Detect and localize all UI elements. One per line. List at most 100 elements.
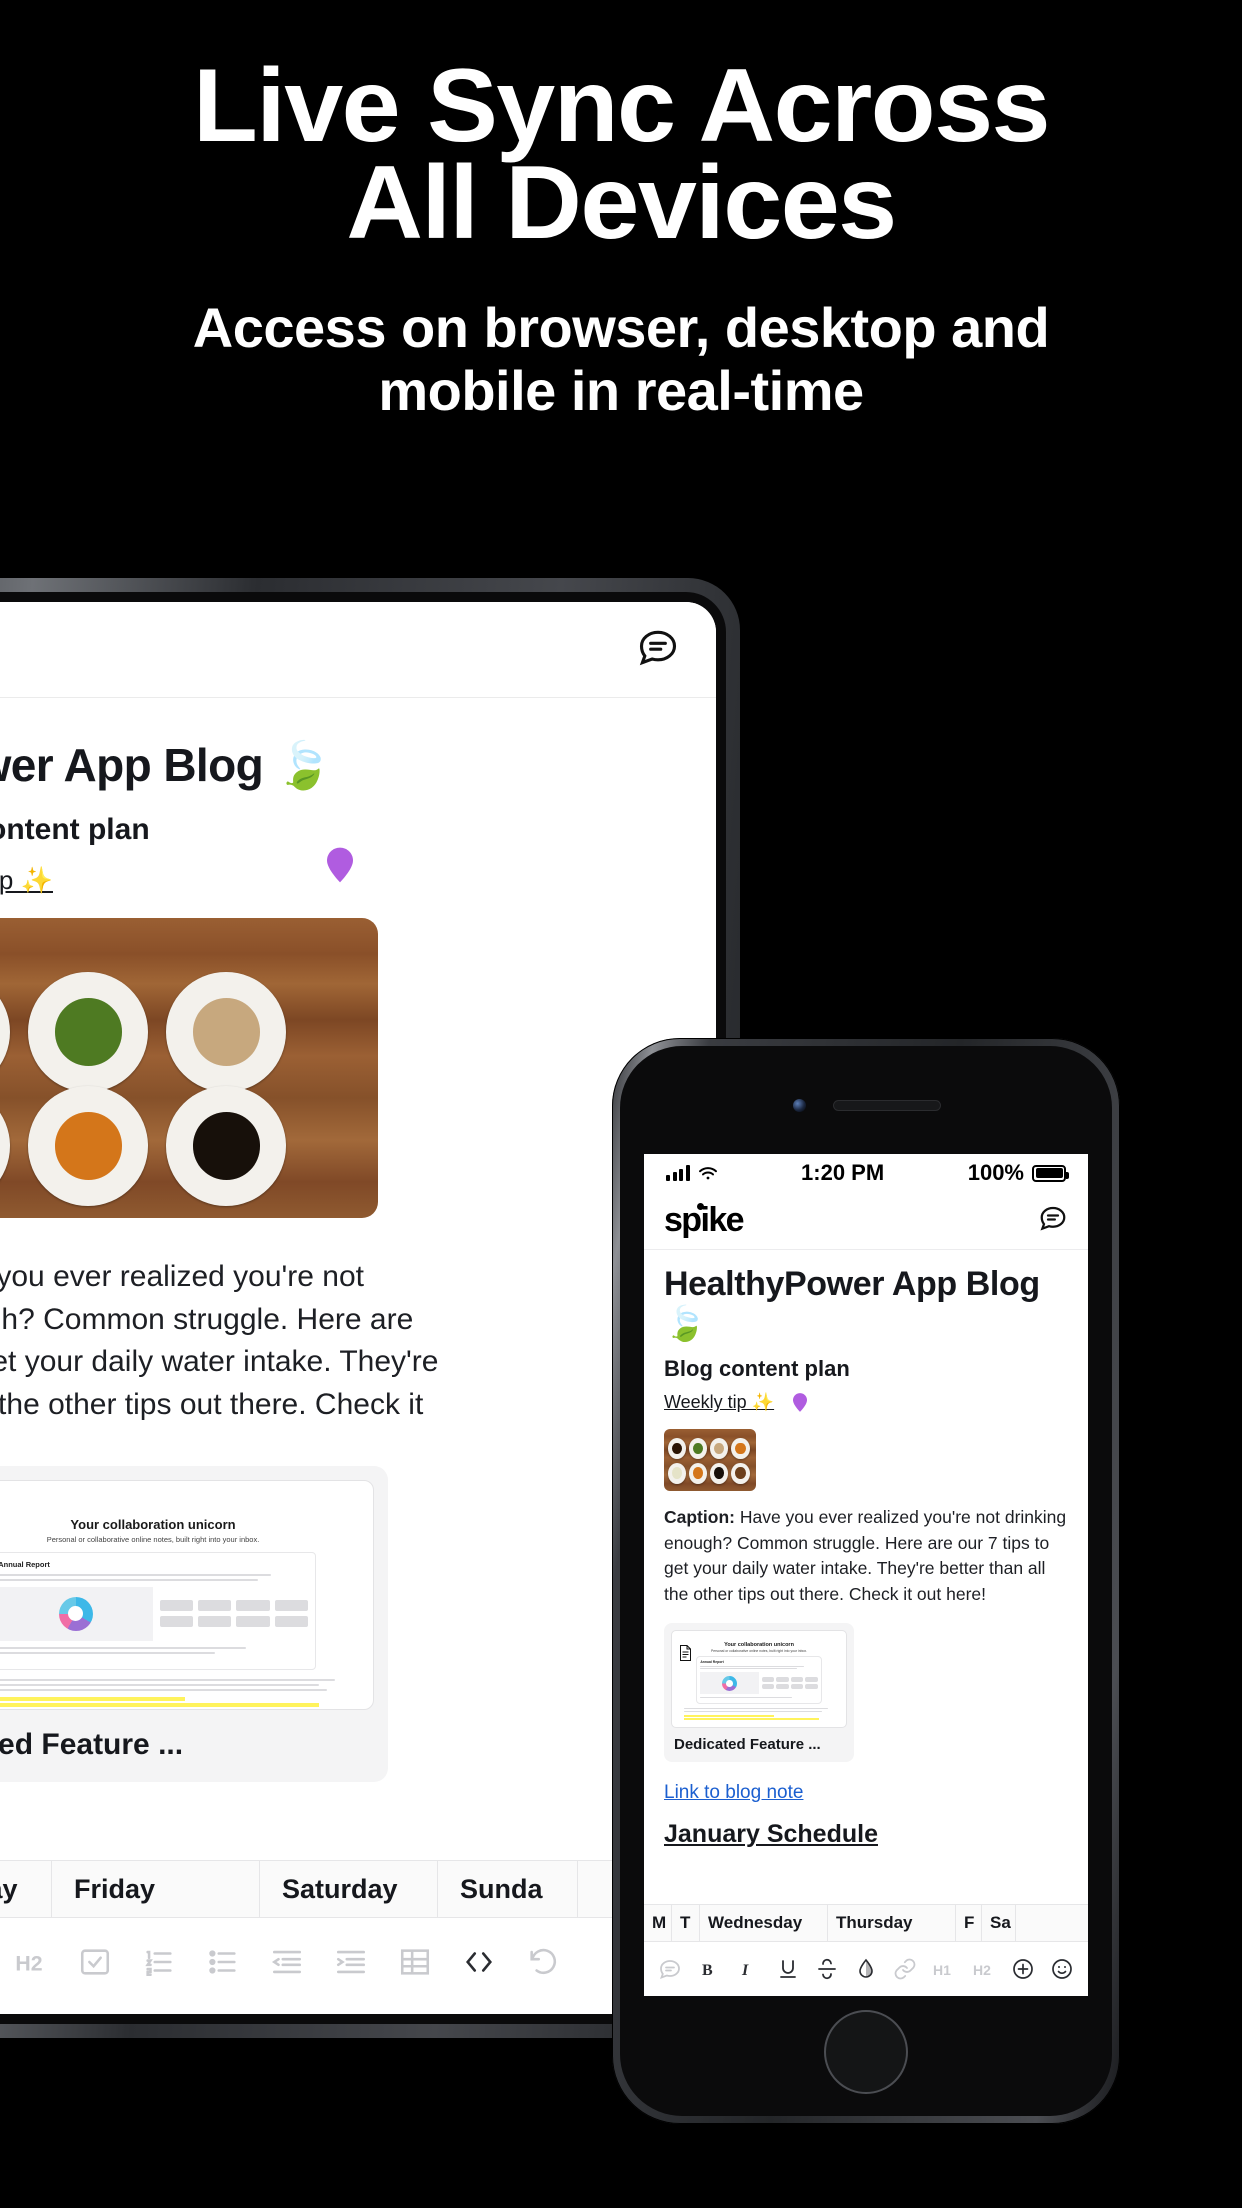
paragraph-line: s to get your daily water intake. They'r… bbox=[0, 1345, 439, 1379]
preview-subtitle: Personal or collaborative online notes, … bbox=[710, 1648, 808, 1653]
wifi-icon bbox=[698, 1167, 717, 1180]
phone-status-time: 1:20 PM bbox=[801, 1160, 885, 1185]
table-header-cell[interactable]: Thursday bbox=[828, 1904, 956, 1942]
indent-icon[interactable] bbox=[334, 1945, 368, 1979]
chat-bubble-icon[interactable] bbox=[1038, 1203, 1068, 1238]
paragraph-line: enough? Common struggle. Here are bbox=[0, 1302, 414, 1336]
preview-title: Your collaboration unicorn bbox=[70, 1516, 236, 1532]
desktop-screen: Power App Blog 🍃 log content plan eekly … bbox=[0, 602, 716, 2014]
table-header-cell[interactable]: Wednesday bbox=[700, 1904, 828, 1942]
phone-device: 1:20 PM 100% spike HealthyPower App Blog… bbox=[612, 1038, 1120, 2124]
undo-icon[interactable] bbox=[526, 1945, 560, 1979]
ordered-list-icon[interactable] bbox=[142, 1945, 176, 1979]
highlight-icon[interactable] bbox=[854, 1957, 878, 1981]
desktop-note-subtitle: log content plan bbox=[0, 813, 150, 846]
page-subtitle: Access on browser, desktop and mobile in… bbox=[0, 297, 1242, 422]
svg-text:H2: H2 bbox=[15, 1952, 42, 1976]
phone-editor-toolbar: B I H1 H2 bbox=[644, 1942, 1088, 1996]
comment-icon[interactable] bbox=[658, 1957, 682, 1981]
heading-2-icon[interactable]: H2 bbox=[972, 1957, 996, 1981]
phone-status-bar: 1:20 PM 100% bbox=[644, 1154, 1088, 1192]
chat-bubble-icon[interactable] bbox=[636, 625, 680, 674]
phone-weekly-tip-link[interactable]: Weekly tip ✨ bbox=[664, 1392, 774, 1413]
phone-screen: 1:20 PM 100% spike HealthyPower App Blog… bbox=[644, 1154, 1088, 1996]
table-header-cell[interactable]: Sunda bbox=[438, 1860, 578, 1918]
phone-caption-label: Caption: bbox=[664, 1507, 735, 1528]
sauces-in-bowls-photo bbox=[0, 918, 378, 1218]
phone-caption: Caption: Have you ever realized you're n… bbox=[664, 1505, 1068, 1607]
table-header-cell[interactable]: M bbox=[644, 1904, 672, 1942]
paragraph-line: an all the other tips out there. Check i… bbox=[0, 1387, 424, 1421]
heading-2-icon[interactable]: H2 bbox=[14, 1945, 48, 1979]
table-header-cell[interactable]: Sa bbox=[982, 1904, 1016, 1942]
phone-note-title: HealthyPower App Blog 🍃 bbox=[664, 1265, 1040, 1344]
location-pin-icon bbox=[792, 1393, 807, 1417]
page-title-line-1: Live Sync Across bbox=[192, 48, 1051, 164]
front-camera-icon bbox=[792, 1098, 806, 1112]
table-header-cell[interactable]: T bbox=[672, 1904, 700, 1942]
emoji-icon[interactable] bbox=[1050, 1957, 1074, 1981]
table-header-cell[interactable]: Saturday bbox=[260, 1860, 438, 1918]
outdent-icon[interactable] bbox=[270, 1945, 304, 1979]
paragraph-line: Have you ever realized you're not bbox=[0, 1260, 364, 1293]
italic-icon[interactable]: I bbox=[736, 1957, 760, 1981]
phone-sensor-bar bbox=[620, 1070, 1112, 1140]
preview-doc-label: Annual Report bbox=[700, 1659, 724, 1664]
desktop-top-bar bbox=[0, 602, 716, 698]
home-button[interactable] bbox=[824, 2010, 908, 2094]
spike-logo-dot bbox=[697, 1203, 704, 1210]
table-header-cell[interactable]: Friday bbox=[52, 1860, 260, 1918]
strikethrough-icon[interactable] bbox=[815, 1957, 839, 1981]
phone-link-card-title: Dedicated Feature ... bbox=[674, 1736, 821, 1754]
svg-text:I: I bbox=[741, 1962, 749, 1979]
desktop-link-card-title: licated Feature ... bbox=[0, 1728, 184, 1762]
preview-doc-label: Annual Report bbox=[0, 1559, 50, 1569]
desktop-editor-toolbar: H1 H2 bbox=[0, 1926, 716, 1998]
phone-app-bar: spike bbox=[644, 1192, 1088, 1250]
table-header-cell[interactable]: F bbox=[956, 1904, 982, 1942]
phone-schedule-table-header: M T Wednesday Thursday F Sa bbox=[644, 1904, 1088, 1942]
page-subtitle-line-2: mobile in real-time bbox=[378, 359, 864, 423]
underline-icon[interactable] bbox=[776, 1957, 800, 1981]
desktop-schedule-table-header: Thursday Friday Saturday Sunda bbox=[0, 1860, 716, 1918]
code-icon[interactable] bbox=[462, 1945, 496, 1979]
link-icon[interactable] bbox=[893, 1957, 917, 1981]
location-pin-icon bbox=[327, 847, 354, 883]
link-to-blog-note[interactable]: Link to blog note bbox=[664, 1782, 1068, 1804]
preview-title: Your collaboration unicorn bbox=[724, 1641, 794, 1648]
earpiece-speaker bbox=[833, 1100, 940, 1110]
desktop-note-body: Power App Blog 🍃 log content plan eekly … bbox=[0, 698, 716, 1783]
phone-battery-percent: 100% bbox=[967, 1160, 1024, 1185]
signal-bars-icon bbox=[666, 1165, 690, 1181]
heading-1-icon[interactable]: H1 bbox=[932, 1957, 956, 1981]
page-title: Live Sync Across All Devices bbox=[0, 48, 1242, 254]
svg-text:H1: H1 bbox=[933, 1962, 951, 1978]
add-icon[interactable] bbox=[1011, 1957, 1035, 1981]
desktop-link-card-preview: Your collaboration unicorn Personal or c… bbox=[0, 1480, 374, 1711]
desktop-weekly-tip-link[interactable]: eekly tip ✨ bbox=[0, 865, 53, 896]
desktop-link-card[interactable]: Your collaboration unicorn Personal or c… bbox=[0, 1466, 388, 1783]
phone-note-subtitle: Blog content plan bbox=[664, 1356, 850, 1382]
bulleted-list-icon[interactable] bbox=[206, 1945, 240, 1979]
sauces-in-bowls-photo bbox=[664, 1429, 756, 1492]
phone-link-card[interactable]: Your collaboration unicorn Personal or c… bbox=[664, 1623, 854, 1763]
battery-full-icon bbox=[1032, 1164, 1069, 1182]
table-header-cell[interactable]: Thursday bbox=[0, 1860, 52, 1918]
phone-glass: 1:20 PM 100% spike HealthyPower App Blog… bbox=[620, 1046, 1112, 2116]
desktop-note-title: Power App Blog 🍃 bbox=[0, 739, 333, 791]
page-subtitle-line-1: Access on browser, desktop and bbox=[192, 296, 1050, 360]
phone-schedule-title: January Schedule bbox=[664, 1820, 878, 1849]
table-icon[interactable] bbox=[398, 1945, 432, 1979]
phone-note-body: HealthyPower App Blog 🍃 Blog content pla… bbox=[644, 1250, 1088, 1849]
desktop-note-paragraph: Have you ever realized you're not enough… bbox=[0, 1256, 672, 1426]
phone-link-card-preview: Your collaboration unicorn Personal or c… bbox=[671, 1630, 847, 1729]
phone-photo bbox=[664, 1429, 756, 1492]
desktop-photo bbox=[0, 918, 378, 1218]
bold-icon[interactable]: B bbox=[697, 1957, 721, 1981]
phone-frame: 1:20 PM 100% spike HealthyPower App Blog… bbox=[612, 1038, 1120, 2124]
hero-section: Live Sync Across All Devices Access on b… bbox=[0, 0, 1242, 423]
svg-text:H2: H2 bbox=[973, 1962, 991, 1978]
spike-logo: spike bbox=[664, 1201, 745, 1240]
preview-subtitle: Personal or collaborative online notes, … bbox=[46, 1534, 260, 1544]
checklist-icon[interactable] bbox=[78, 1945, 112, 1979]
